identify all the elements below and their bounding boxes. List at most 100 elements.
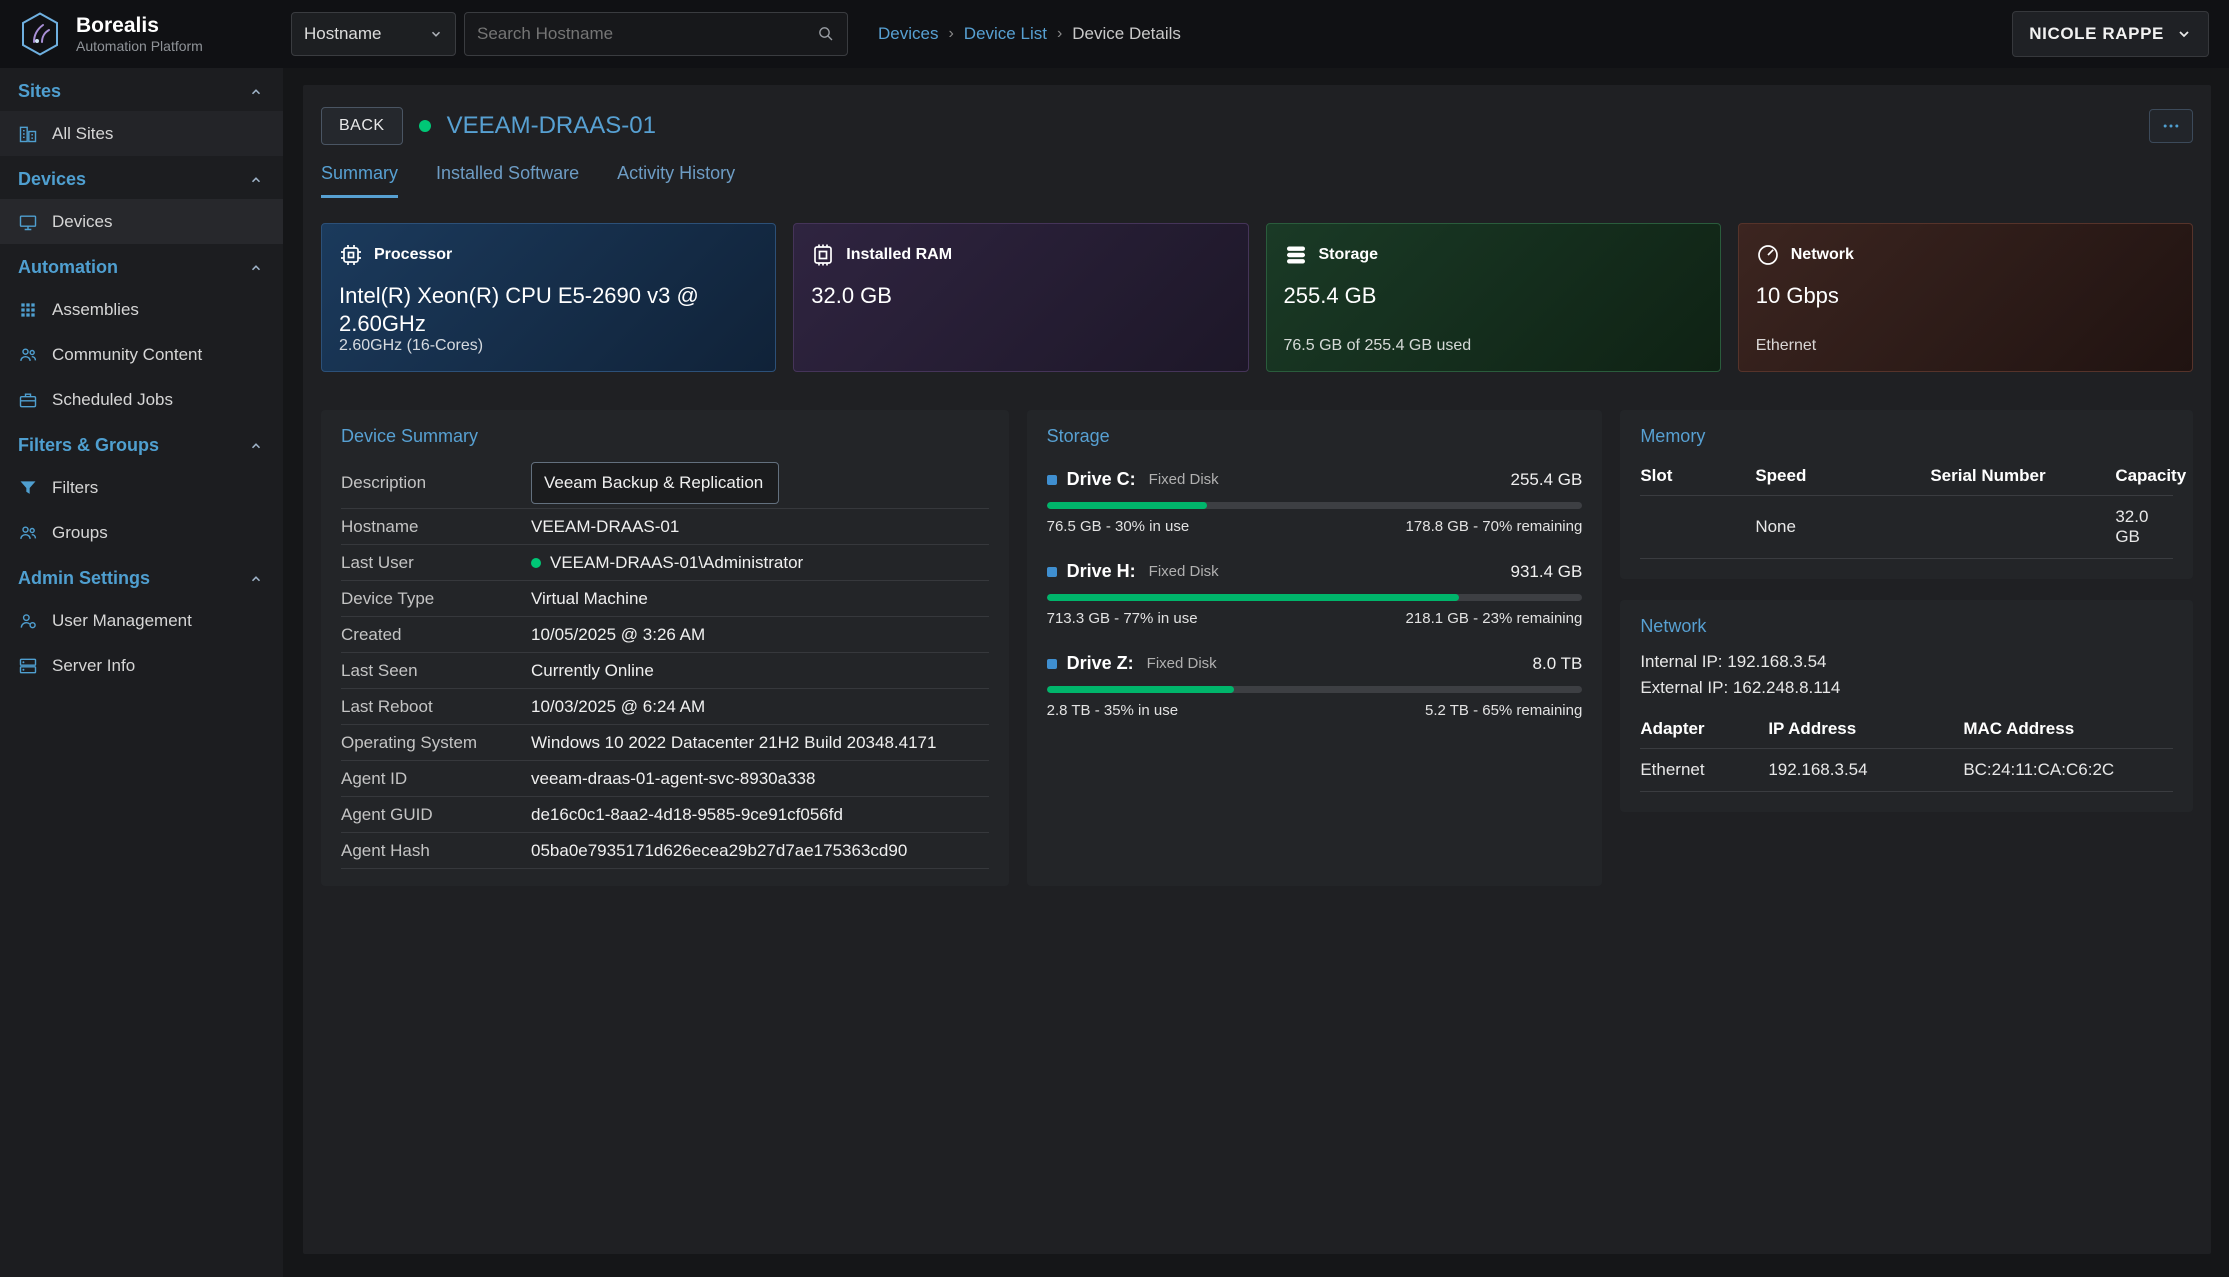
grid-icon [18,300,38,320]
tab-bar: Summary Installed Software Activity Hist… [321,163,2193,199]
caret-down-icon [429,27,443,41]
breadcrumb-separator: › [948,25,953,43]
funnel-icon [18,478,38,498]
sidebar-item-user-management[interactable]: User Management [0,598,283,643]
tab-summary[interactable]: Summary [321,163,398,198]
sidebar-item-all-sites[interactable]: All Sites [0,111,283,156]
sidebar-item-filters[interactable]: Filters [0,465,283,510]
network-panel: Network Internal IP: 192.168.3.54 Extern… [1620,600,2193,812]
device-summary-panel: Device Summary Description Hostname VEEA… [321,410,1009,886]
search-input[interactable] [477,24,817,44]
card-label: Processor [374,246,452,264]
sidebar-item-devices[interactable]: Devices [0,199,283,244]
memory-capacity: 32.0 GB [2115,496,2173,559]
drive-usage-fill [1047,686,1234,693]
row-label: Agent ID [341,769,531,789]
drive-h: Drive H: Fixed Disk 931.4 GB 713.3 GB - … [1047,561,1583,627]
back-button[interactable]: BACK [321,107,403,145]
row-label: Agent Hash [341,841,531,861]
user-name: NICOLE RAPPE [2029,24,2164,44]
sidebar-item-label: Assemblies [52,300,139,320]
sidebar-item-label: User Management [52,611,192,631]
people-icon [18,345,38,365]
sidebar-item-groups[interactable]: Groups [0,510,283,555]
network-adapter: Ethernet [1640,749,1768,792]
brand-subtitle: Automation Platform [76,38,203,54]
user-menu-button[interactable]: NICOLE RAPPE [2012,11,2209,57]
chevron-up-icon [249,85,263,99]
memory-col-slot: Slot [1640,457,1755,496]
storage-value: 255.4 GB [1284,282,1674,310]
summary-row-last-reboot: Last Reboot 10/03/2025 @ 6:24 AM [341,689,989,725]
ram-icon [811,243,835,267]
user-icon [18,611,38,631]
drive-name: Drive C: [1067,469,1136,490]
tab-installed-software[interactable]: Installed Software [436,163,579,198]
row-value: 05ba0e7935171d626ecea29b27d7ae175363cd90 [531,841,907,861]
sidebar-item-label: Groups [52,523,108,543]
brand-name: Borealis [76,14,203,38]
network-title: Network [1620,600,2193,647]
description-input[interactable] [531,462,779,504]
hostname-filter-select[interactable]: Hostname [291,12,456,56]
search-icon[interactable] [817,25,835,43]
stacked-disks-icon [1284,243,1308,267]
more-actions-button[interactable] [2149,109,2193,143]
row-label: Created [341,625,531,645]
network-row: Ethernet 192.168.3.54 BC:24:11:CA:C6:2C [1640,749,2173,792]
search-box [464,12,848,56]
ellipsis-icon [2161,116,2181,136]
installed-ram-card: Installed RAM 32.0 GB [793,223,1248,372]
memory-col-serial: Serial Number [1930,457,2115,496]
brand-text: Borealis Automation Platform [76,14,203,54]
cpu-icon [339,243,363,267]
breadcrumb-devices[interactable]: Devices [878,24,938,44]
sidebar-section-admin-settings[interactable]: Admin Settings [0,555,283,598]
row-value: Currently Online [531,661,654,681]
drive-usage-fill [1047,594,1459,601]
sidebar-item-label: Devices [52,212,112,232]
memory-col-speed: Speed [1755,457,1930,496]
device-title: VEEAM-DRAAS-01 [447,112,656,140]
sidebar-item-community-content[interactable]: Community Content [0,332,283,377]
memory-serial [1930,496,2115,559]
memory-panel: Memory Slot Speed Serial Number Capacity [1620,410,2193,579]
row-value: 10/05/2025 @ 3:26 AM [531,625,705,645]
row-value: de16c0c1-8aa2-4d18-9585-9ce91cf056fd [531,805,843,825]
sidebar-section-sites[interactable]: Sites [0,68,283,111]
card-label: Network [1791,246,1854,264]
drive-used-text: 76.5 GB - 30% in use [1047,518,1190,535]
drive-used-text: 713.3 GB - 77% in use [1047,610,1198,627]
breadcrumb-device-list[interactable]: Device List [964,24,1047,44]
drive-used-text: 2.8 TB - 35% in use [1047,702,1178,719]
storage-card: Storage 255.4 GB 76.5 GB of 255.4 GB use… [1266,223,1721,372]
sidebar-item-server-info[interactable]: Server Info [0,643,283,688]
tab-activity-history[interactable]: Activity History [617,163,735,198]
borealis-logo-icon [16,10,64,58]
topbar: Borealis Automation Platform Hostname De… [0,0,2229,68]
summary-row-agent-hash: Agent Hash 05ba0e7935171d626ecea29b27d7a… [341,833,989,869]
sidebar-section-devices[interactable]: Devices [0,156,283,199]
memory-table: Slot Speed Serial Number Capacity None [1640,457,2173,559]
sidebar-section-filters-groups[interactable]: Filters & Groups [0,422,283,465]
buildings-icon [18,124,38,144]
network-table: Adapter IP Address MAC Address Ethernet … [1640,710,2173,792]
gauge-icon [1756,243,1780,267]
sidebar-item-assemblies[interactable]: Assemblies [0,287,283,332]
brand: Borealis Automation Platform [0,10,283,58]
drive-bullet-icon [1047,659,1057,669]
row-value: veeam-draas-01-agent-svc-8930a338 [531,769,815,789]
drive-size: 255.4 GB [1510,470,1582,490]
memory-slot [1640,496,1755,559]
chevron-up-icon [249,572,263,586]
sidebar-item-scheduled-jobs[interactable]: Scheduled Jobs [0,377,283,422]
network-ip: 192.168.3.54 [1768,749,1963,792]
summary-row-description: Description [341,457,989,509]
online-status-dot [531,558,541,568]
sidebar-section-automation[interactable]: Automation [0,244,283,287]
memory-row: None 32.0 GB [1640,496,2173,559]
section-label: Admin Settings [18,568,150,589]
chevron-down-icon [2176,26,2192,42]
section-label: Filters & Groups [18,435,159,456]
drive-usage-bar [1047,686,1583,693]
